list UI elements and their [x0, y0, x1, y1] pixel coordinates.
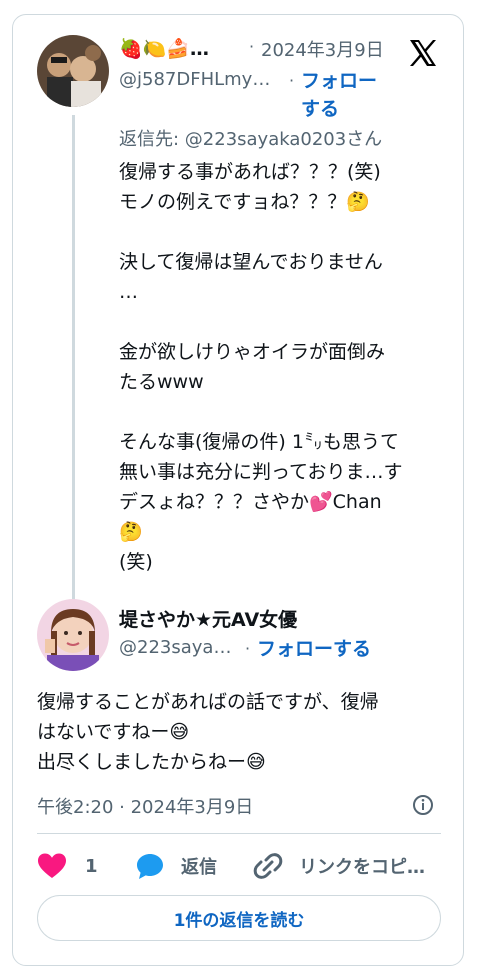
like-button[interactable]: 1 — [37, 849, 98, 883]
first-post-text: 復帰する事があれば？？？(笑) モノの例えですョね？？？🤔 決して復帰は望んでお… — [119, 161, 403, 573]
copy-link-button[interactable]: リンクをコピ… — [253, 849, 425, 883]
reply-button[interactable]: 返信 — [135, 849, 217, 883]
tweet-card: 🍓🍋🍰… · 2024年3月9日 @j587DFHLmy… · フォロー する … — [12, 14, 464, 966]
read-replies-button[interactable]: 1件の返信を読む — [37, 895, 441, 941]
divider — [37, 833, 441, 834]
follow-label-line1: フォロー — [301, 70, 378, 92]
second-post-author-handle[interactable]: @223saya… — [119, 637, 231, 658]
second-post-text: 復帰することがあればの話ですが、復帰 はないですねー😅 出尽くしましたからねー😅 — [37, 691, 379, 773]
first-post-follow-button[interactable]: フォロー する — [301, 67, 401, 123]
link-icon — [253, 851, 283, 881]
first-post-author-handle[interactable]: @j587DFHLmy… — [119, 69, 270, 90]
post-timestamp[interactable]: 午後2:20 · 2024年3月9日 — [37, 793, 253, 819]
second-post-avatar[interactable] — [37, 599, 109, 671]
separator-dot: · — [249, 37, 255, 56]
reply-icon — [135, 851, 165, 881]
copy-link-label: リンクをコピ… — [299, 857, 425, 878]
separator-dot: · — [245, 639, 251, 658]
first-post-author-name[interactable]: 🍓🍋🍰… — [119, 37, 209, 60]
x-logo-icon[interactable] — [407, 37, 439, 69]
read-replies-label: 1件の返信を読む — [173, 910, 305, 931]
second-post-follow-button[interactable]: フォローする — [257, 635, 371, 663]
thread-line — [72, 115, 75, 605]
info-icon[interactable] — [411, 793, 435, 817]
reply-label: 返信 — [181, 857, 217, 878]
reply-to-label[interactable]: 返信先: @223sayaka0203さん — [119, 125, 382, 151]
like-count: 1 — [85, 855, 98, 877]
first-post-avatar[interactable] — [37, 35, 109, 107]
heart-icon — [37, 852, 67, 880]
separator-dot: · — [289, 71, 295, 90]
second-post-author-name[interactable]: 堤さやか★元AV女優 — [119, 605, 297, 632]
first-post-date[interactable]: 2024年3月9日 — [261, 36, 384, 62]
follow-label-line2: する — [301, 98, 340, 120]
